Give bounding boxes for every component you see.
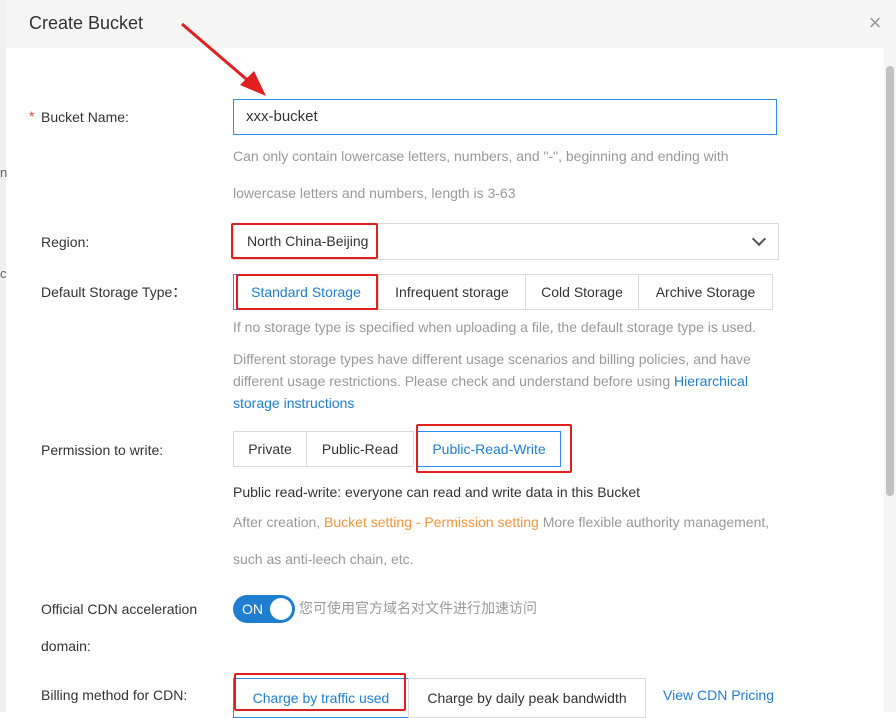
- background-page-edge: [0, 0, 6, 712]
- after-creation-suffix: More flexible authority management,: [538, 514, 770, 530]
- hierarchical-storage-link[interactable]: Hierarchical: [674, 373, 748, 389]
- cdn-toggle-label: ON: [242, 601, 263, 617]
- chevron-down-icon: [751, 231, 767, 247]
- region-selected-value: North China-Beijing: [247, 233, 369, 249]
- toggle-knob: [270, 598, 292, 620]
- storage-type-label: Default Storage Type：: [41, 284, 187, 300]
- bucket-name-input[interactable]: xxx-bucket: [233, 99, 777, 135]
- close-icon[interactable]: ×: [864, 10, 886, 36]
- permission-option-public-read-write[interactable]: Public-Read-Write: [417, 431, 561, 467]
- cdn-pricing-link[interactable]: View CDN Pricing: [663, 684, 774, 706]
- permission-option-public-read[interactable]: Public-Read: [306, 431, 414, 467]
- billing-option-traffic[interactable]: Charge by traffic used: [233, 678, 409, 718]
- background-text-fragment: n: [0, 165, 8, 180]
- required-mark: *: [29, 108, 35, 124]
- cdn-toggle[interactable]: ON: [233, 595, 295, 623]
- region-select[interactable]: North China-Beijing: [233, 223, 779, 260]
- permission-setting-link[interactable]: Bucket setting - Permission setting: [324, 514, 539, 530]
- cdn-toggle-hint: 您可使用官方域名对文件进行加速访问: [299, 600, 537, 616]
- after-creation-prefix: After creation,: [233, 514, 325, 530]
- bucket-name-hint-line2: lowercase letters and numbers, length is…: [233, 185, 516, 201]
- region-label: Region:: [41, 234, 90, 250]
- dialog-title: Create Bucket: [29, 13, 144, 33]
- storage-option-archive[interactable]: Archive Storage: [638, 274, 773, 310]
- storage-usage-hint-text: different usage restrictions. Please che…: [233, 373, 675, 389]
- billing-label: Billing method for CDN:: [41, 687, 188, 703]
- cdn-label-line2: domain:: [41, 638, 91, 654]
- permission-description: Public read-write: everyone can read and…: [233, 484, 640, 500]
- cdn-label-line1: Official CDN acceleration: [41, 601, 198, 617]
- permission-hint-line2: such as anti-leech chain, etc.: [233, 551, 414, 567]
- storage-option-standard[interactable]: Standard Storage: [233, 274, 379, 310]
- scrollbar-thumb[interactable]: [886, 66, 894, 496]
- permission-label: Permission to write:: [41, 442, 164, 458]
- background-text-fragment: c: [0, 266, 7, 281]
- storage-option-infrequent[interactable]: Infrequent storage: [378, 274, 526, 310]
- storage-usage-hint-line2: different usage restrictions. Please che…: [233, 370, 748, 392]
- bucket-name-hint-line1: Can only contain lowercase letters, numb…: [233, 148, 729, 164]
- storage-instructions-link[interactable]: storage instructions: [233, 392, 354, 414]
- storage-option-cold[interactable]: Cold Storage: [525, 274, 639, 310]
- storage-type-hint: If no storage type is specified when upl…: [233, 319, 756, 335]
- bucket-name-label: Bucket Name:: [41, 109, 129, 125]
- permission-option-private[interactable]: Private: [233, 431, 307, 467]
- permission-after-creation-hint: After creation, Bucket setting - Permiss…: [233, 511, 769, 533]
- billing-option-bandwidth[interactable]: Charge by daily peak bandwidth: [408, 678, 646, 718]
- storage-usage-hint-line1: Different storage types have different u…: [233, 351, 751, 367]
